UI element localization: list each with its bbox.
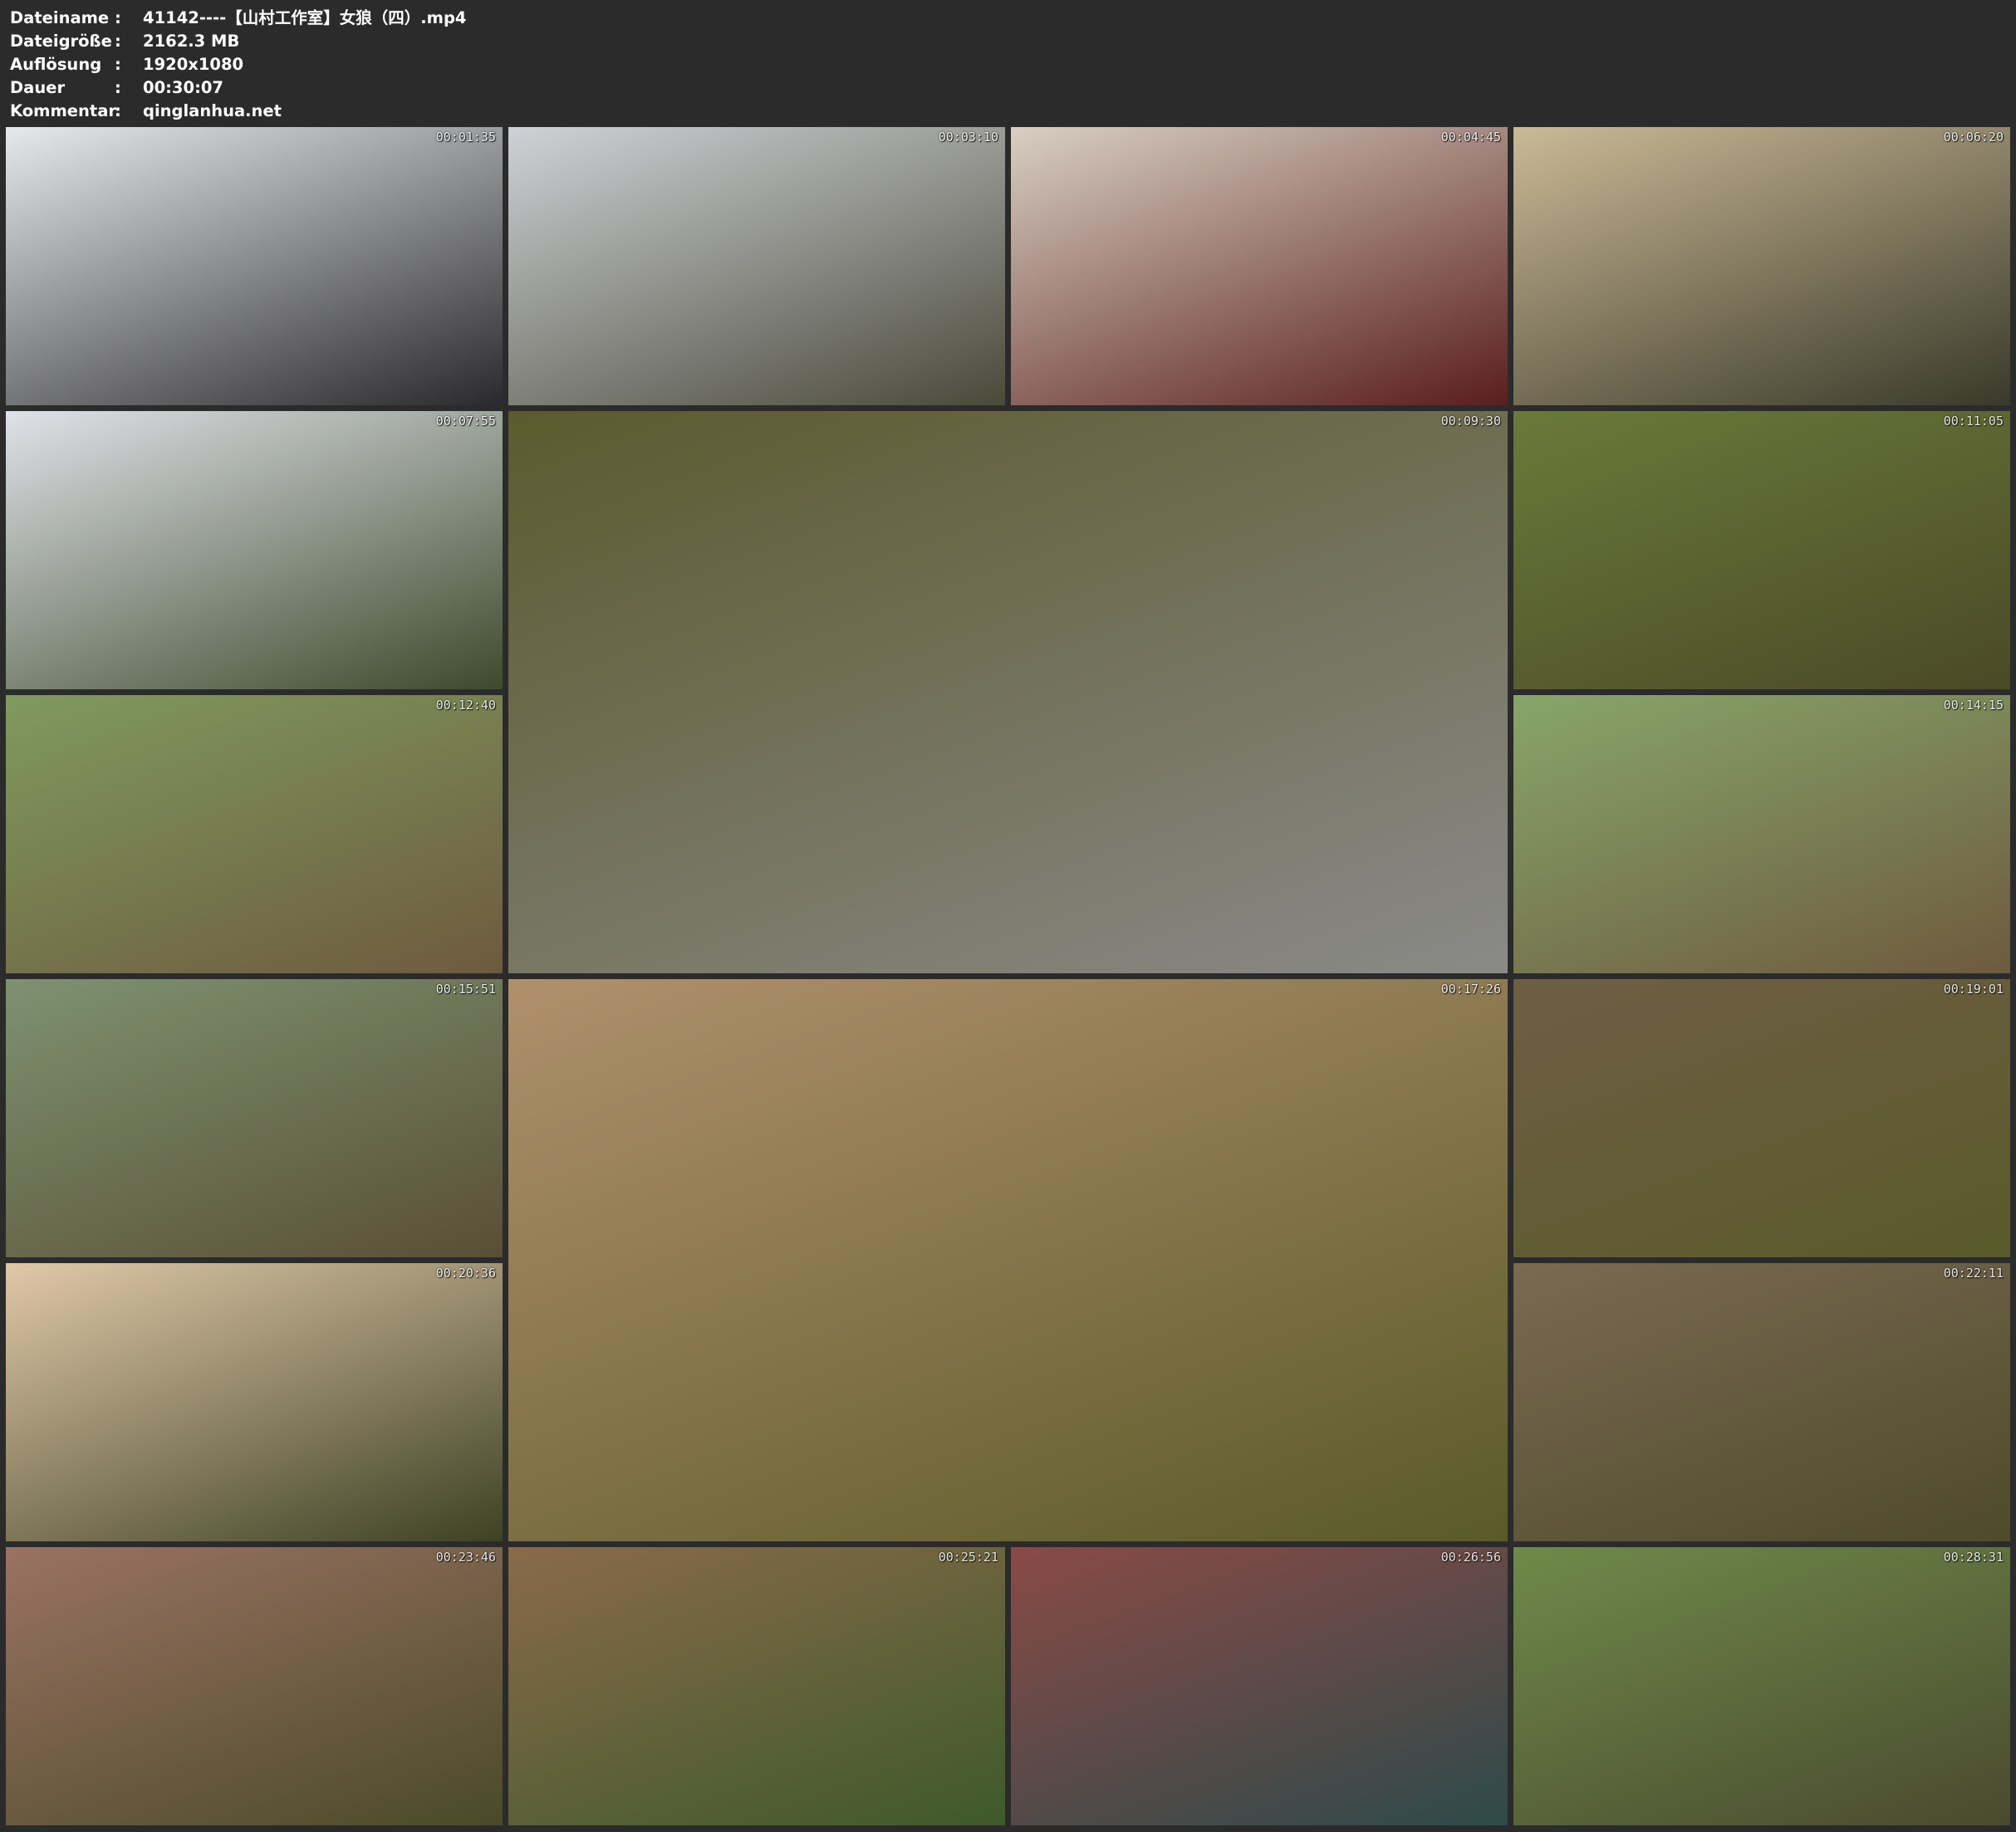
info-value: qinglanhua.net <box>143 101 282 120</box>
thumbnail-timestamp: 00:06:20 <box>1943 130 2004 145</box>
thumbnail-timestamp: 00:23:46 <box>435 1550 496 1565</box>
info-separator: : <box>115 101 121 120</box>
info-key: Auflösung <box>10 55 102 74</box>
thumbnail-timestamp: 00:25:21 <box>938 1550 998 1565</box>
thumbnail-timestamp: 00:26:56 <box>1440 1550 1501 1565</box>
thumbnail: 00:12:40 <box>6 695 503 973</box>
thumbnail: 00:03:10 <box>508 127 1005 405</box>
thumbnail-timestamp: 00:22:11 <box>1943 1266 2004 1281</box>
thumbnail: 00:20:36 <box>6 1263 503 1541</box>
info-key: Kommentar <box>10 101 117 120</box>
thumbnail: 00:04:45 <box>1011 127 1508 405</box>
thumbnail: 00:19:01 <box>1513 979 2010 1257</box>
info-row-filename: Dateiname : 41142----【山村工作室】女狼（四）.mp4 <box>10 7 466 30</box>
thumbnail: 00:25:21 <box>508 1547 1005 1825</box>
info-separator: : <box>115 8 121 27</box>
thumbnail: 00:07:55 <box>6 411 503 689</box>
info-value: 1920x1080 <box>143 55 244 74</box>
info-separator: : <box>115 32 121 51</box>
thumbnail-timestamp: 00:12:40 <box>435 698 496 713</box>
file-info-panel: Dateiname : 41142----【山村工作室】女狼（四）.mp4 Da… <box>10 7 466 123</box>
info-row-comment: Kommentar : qinglanhua.net <box>10 100 466 123</box>
info-key: Dateiname <box>10 8 110 27</box>
info-key: Dauer <box>10 78 66 97</box>
info-value: 2162.3 MB <box>143 32 240 51</box>
thumbnail-timestamp: 00:09:30 <box>1440 414 1501 429</box>
info-value: 41142----【山村工作室】女狼（四）.mp4 <box>143 8 467 27</box>
thumbnail-timestamp: 00:04:45 <box>1440 130 1501 145</box>
info-row-filesize: Dateigröße : 2162.3 MB <box>10 30 466 53</box>
thumbnail-timestamp: 00:19:01 <box>1943 982 2004 997</box>
thumbnail: 00:26:56 <box>1011 1547 1508 1825</box>
thumbnail-timestamp: 00:17:26 <box>1440 982 1501 997</box>
thumbnail: 00:14:15 <box>1513 695 2010 973</box>
thumbnail: 00:23:46 <box>6 1547 503 1825</box>
info-key: Dateigröße <box>10 32 112 51</box>
thumbnail: 00:01:35 <box>6 127 503 405</box>
thumbnail: 00:06:20 <box>1513 127 2010 405</box>
thumbnail-timestamp: 00:03:10 <box>938 130 998 145</box>
thumbnail-timestamp: 00:11:05 <box>1943 414 2004 429</box>
thumbnail-timestamp: 00:07:55 <box>435 414 496 429</box>
info-separator: : <box>115 78 121 97</box>
thumbnail-timestamp: 00:28:31 <box>1943 1550 2004 1565</box>
info-value: 00:30:07 <box>143 78 224 97</box>
thumbnail: 00:22:11 <box>1513 1263 2010 1541</box>
thumbnail-timestamp: 00:15:51 <box>435 982 496 997</box>
thumbnail: 00:11:05 <box>1513 411 2010 689</box>
thumbnail-large: 00:17:26 <box>508 979 1508 1541</box>
thumbnail: 00:28:31 <box>1513 1547 2010 1825</box>
thumbnail-large: 00:09:30 <box>508 411 1508 973</box>
thumbnail-timestamp: 00:01:35 <box>435 130 496 145</box>
thumbnail-timestamp: 00:14:15 <box>1943 698 2004 713</box>
info-row-duration: Dauer : 00:30:07 <box>10 76 466 100</box>
info-separator: : <box>115 55 121 74</box>
thumbnail: 00:15:51 <box>6 979 503 1257</box>
info-row-resolution: Auflösung : 1920x1080 <box>10 53 466 76</box>
thumbnail-timestamp: 00:20:36 <box>435 1266 496 1281</box>
